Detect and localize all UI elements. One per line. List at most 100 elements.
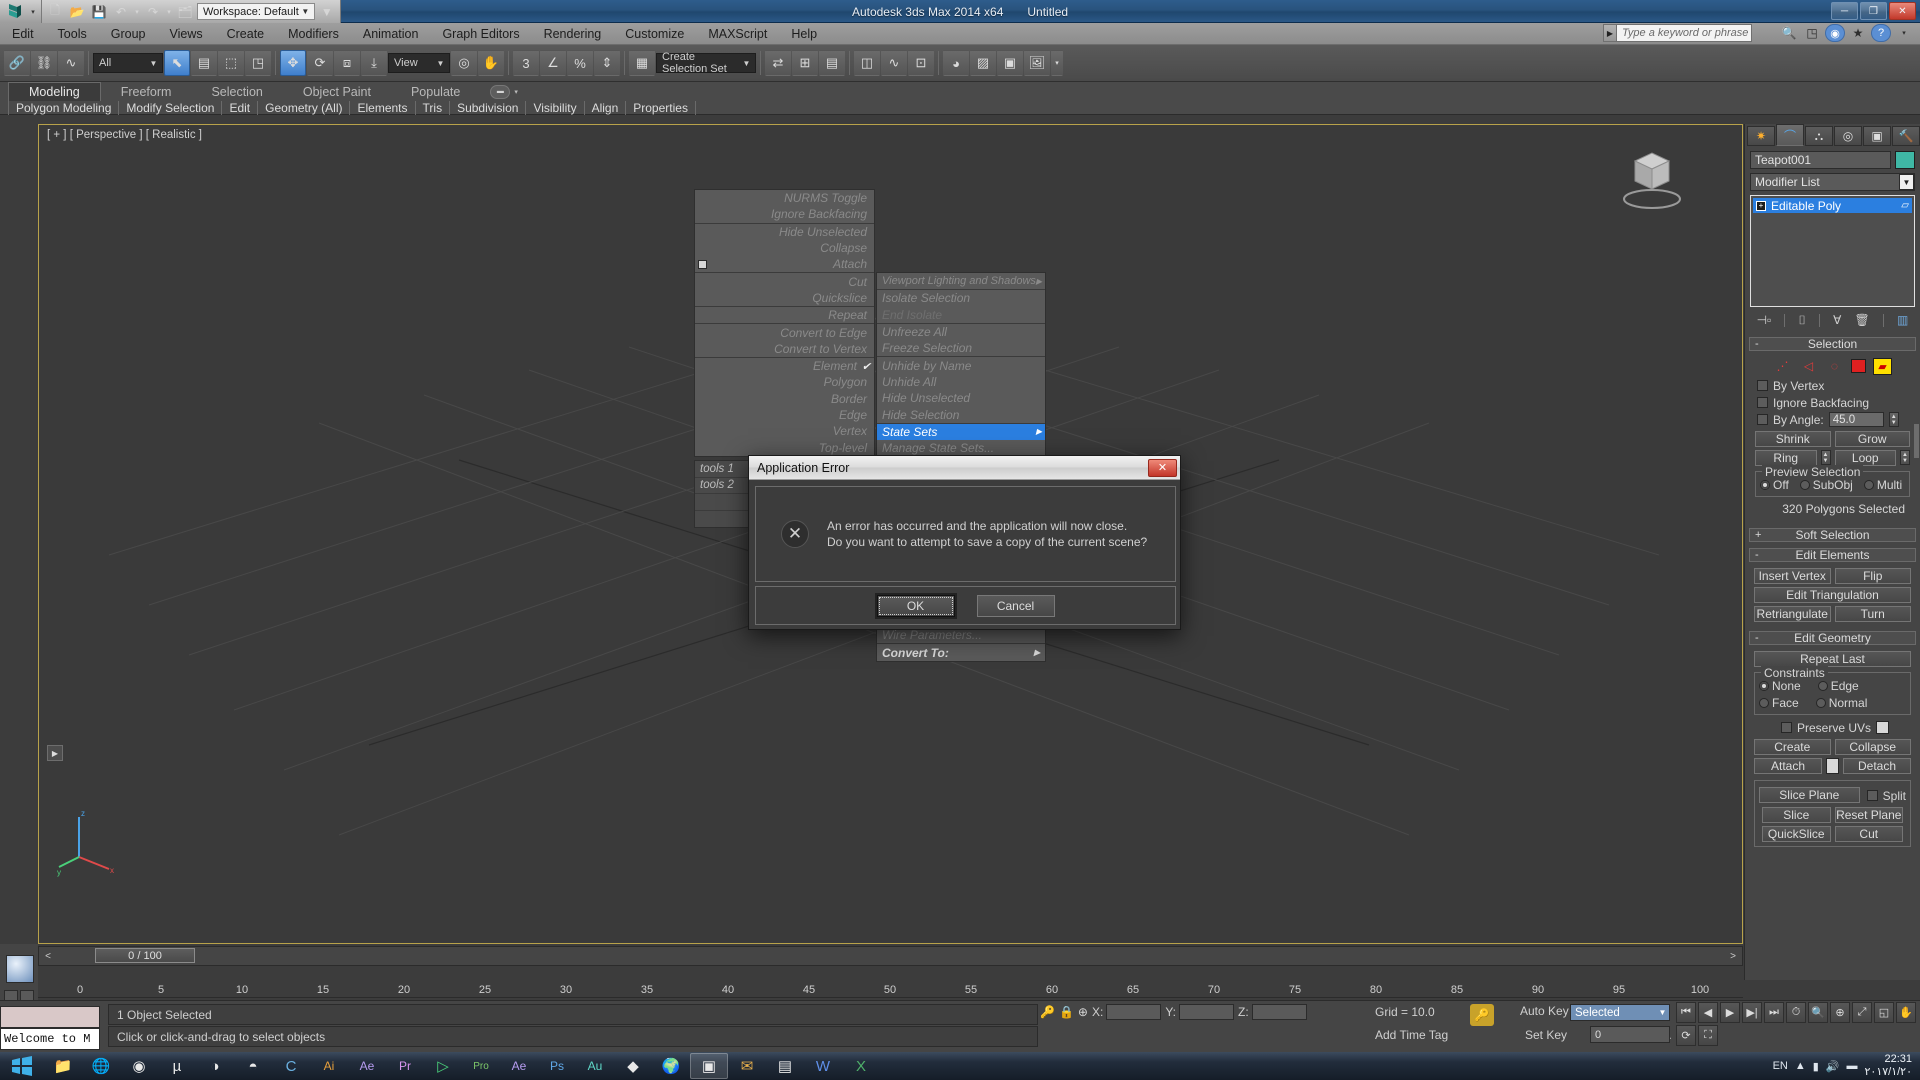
selection-set-combo[interactable]: Selected ▼ [1570, 1004, 1670, 1021]
rollout-edit-geometry-header[interactable]: - Edit Geometry [1749, 631, 1916, 645]
bind-to-space-warp-button[interactable]: ∿ [58, 50, 84, 76]
add-time-tag-label[interactable]: Add Time Tag [1375, 1028, 1448, 1042]
selection-filter-combo[interactable]: All ▼ [93, 53, 163, 73]
spinner-snap-toggle-button[interactable]: ⇕ [594, 50, 620, 76]
quad-item-edge[interactable]: Edge [695, 407, 874, 423]
protools-icon[interactable]: Pro [462, 1053, 500, 1079]
menu-item-create[interactable]: Create [215, 25, 277, 43]
menu-item-rendering[interactable]: Rendering [532, 25, 614, 43]
ribbon-tab-object-paint[interactable]: Object Paint [283, 83, 391, 101]
quad-item-viewport-lighting-and-shadows[interactable]: Viewport Lighting and Shadows ▶ [877, 273, 1045, 289]
quad-item-hide-unselected-right[interactable]: Hide Unselected [877, 390, 1045, 406]
utorrent-icon[interactable]: µ [158, 1053, 196, 1079]
menu-item-maxscript[interactable]: MAXScript [696, 25, 779, 43]
undo-icon[interactable]: ↶ [111, 2, 131, 21]
material-editor-button[interactable]: ◕ [943, 50, 969, 76]
ribbon-panel-polygon-modeling[interactable]: Polygon Modeling [8, 101, 120, 115]
ribbon-panel-properties[interactable]: Properties [626, 101, 696, 115]
curve-editor-button[interactable]: ∿ [881, 50, 907, 76]
quad-item-polygon[interactable]: Polygon [695, 374, 874, 390]
next-frame-icon[interactable]: ▶| [1742, 1002, 1762, 1023]
opera-icon[interactable]: ◓ [234, 1053, 272, 1079]
by-angle-spinner[interactable]: ▲ ▼ [1888, 412, 1899, 427]
rendered-frame-window-button[interactable]: ▣ [997, 50, 1023, 76]
ribbon-panel-subdivision[interactable]: Subdivision [450, 101, 527, 115]
menu-item-modifiers[interactable]: Modifiers [276, 25, 351, 43]
by-vertex-checkbox[interactable] [1757, 380, 1768, 391]
ribbon-panel-geometry-all[interactable]: Geometry (All) [258, 101, 351, 115]
rollout-edit-elements-header[interactable]: - Edit Elements [1749, 548, 1916, 562]
repeat-last-button[interactable]: Repeat Last [1754, 651, 1911, 667]
viewport-label[interactable]: [ + ] [ Perspective ] [ Realistic ] [47, 129, 202, 141]
minimize-button[interactable]: ─ [1831, 2, 1858, 20]
play-animation-icon[interactable]: ▶ [1720, 1002, 1740, 1023]
quad-item-repeat[interactable]: Repeat [695, 307, 874, 323]
time-slider-track[interactable]: 0 / 100 [57, 947, 1724, 965]
project-folder-icon[interactable]: 🗂 [175, 2, 195, 21]
select-and-manipulate-button[interactable]: ✋ [478, 50, 504, 76]
percent-snap-toggle-button[interactable]: % [567, 50, 593, 76]
viewport-expand-button[interactable]: ▶ [47, 745, 63, 761]
utilities-tab[interactable]: 🔨 [1892, 126, 1920, 146]
track-bar-ruler[interactable]: 0 5 10 15 20 25 30 35 40 45 50 55 60 65 … [38, 968, 1743, 998]
by-angle-row[interactable]: By Angle: 45.0 ▲ ▼ [1752, 411, 1913, 428]
restore-button[interactable]: ❐ [1860, 2, 1887, 20]
edit-triangulation-button[interactable]: Edit Triangulation [1754, 587, 1911, 603]
edit-named-selection-sets-button[interactable]: ▦ [629, 50, 655, 76]
lock-selection-icon[interactable]: 🔒 [1059, 1005, 1074, 1019]
menu-item-customize[interactable]: Customize [613, 25, 696, 43]
by-angle-input[interactable]: 45.0 [1828, 412, 1884, 427]
quad-item-border[interactable]: Border [695, 391, 874, 407]
preview-off-radio[interactable] [1760, 480, 1770, 490]
constraint-none-radio[interactable] [1759, 681, 1769, 691]
photoshop-icon[interactable]: Ps [538, 1053, 576, 1079]
notepad-icon[interactable]: ▤ [766, 1053, 804, 1079]
snaps-toggle-button[interactable]: 3 [513, 50, 539, 76]
cut-button[interactable]: Cut [1834, 826, 1903, 842]
loop-button[interactable]: Loop [1834, 450, 1896, 466]
ribbon-tab-freeform[interactable]: Freeform [101, 83, 192, 101]
window-crossing-button[interactable]: ◳ [245, 50, 271, 76]
reference-coordinate-system-combo[interactable]: View ▼ [388, 53, 450, 73]
media-player-icon[interactable]: ◑ [196, 1053, 234, 1079]
coord-x-input[interactable] [1106, 1004, 1162, 1020]
quad-item-quickslice[interactable]: Quickslice [695, 290, 874, 306]
split-checkbox[interactable] [1866, 790, 1878, 801]
select-link-button[interactable]: 🔗 [4, 50, 30, 76]
grow-button[interactable]: Grow [1834, 431, 1910, 447]
preserve-uvs-row[interactable]: Preserve UVs [1751, 719, 1914, 736]
ring-spinner[interactable]: ▲ ▼ [1820, 450, 1831, 465]
retriangulate-button[interactable]: Retriangulate [1754, 606, 1831, 622]
settings-box-icon[interactable] [698, 259, 707, 269]
layer-explorer-button[interactable]: ▤ [819, 50, 845, 76]
select-object-button[interactable]: ⬉ [164, 50, 190, 76]
border-subobject-icon[interactable]: ◌ [1825, 358, 1844, 375]
set-key-toggle[interactable]: Set Key [1525, 1028, 1567, 1042]
mirror-button[interactable]: ⇄ [765, 50, 791, 76]
quad-item-ignore-backfacing[interactable]: Ignore Backfacing [695, 206, 874, 222]
undo-dropdown-icon[interactable]: ▾ [133, 2, 141, 21]
dialog-cancel-button[interactable]: Cancel [976, 594, 1055, 617]
align-button[interactable]: ⊞ [792, 50, 818, 76]
material-preview-swatch[interactable] [6, 955, 34, 983]
next-frame-icon[interactable]: > [1724, 951, 1742, 962]
preview-subobj-radio[interactable] [1799, 480, 1810, 490]
search-expander-icon[interactable]: ▶ [1603, 24, 1617, 42]
firefox-icon[interactable]: 🌐 [82, 1053, 120, 1079]
ribbon-panel-modify-selection[interactable]: Modify Selection [119, 101, 223, 115]
ignore-backfacing-row[interactable]: Ignore Backfacing [1752, 394, 1913, 411]
render-production-button[interactable]: 🖼 [1024, 50, 1050, 76]
new-scene-icon[interactable]: 🗋 [45, 2, 65, 21]
maxscript-listener-pane[interactable] [0, 1006, 100, 1028]
communication-center-icon[interactable]: ◳ [1802, 24, 1822, 42]
quad-item-unhide-all[interactable]: Unhide All [877, 374, 1045, 390]
constraint-face-radio[interactable] [1759, 698, 1769, 708]
slice-plane-button[interactable]: Slice Plane [1759, 787, 1860, 803]
maximize-viewport-icon[interactable]: ⛶ [1698, 1025, 1718, 1046]
audition-icon[interactable]: Au [576, 1053, 614, 1079]
quad-item-cut[interactable]: Cut [695, 273, 874, 289]
pin-stack-icon[interactable]: ⊣▫ [1757, 313, 1772, 327]
object-name-input[interactable]: Teapot001 [1750, 151, 1891, 169]
vertex-subobject-icon[interactable]: ⋰ [1773, 358, 1792, 375]
select-and-rotate-button[interactable]: ⟳ [307, 50, 333, 76]
